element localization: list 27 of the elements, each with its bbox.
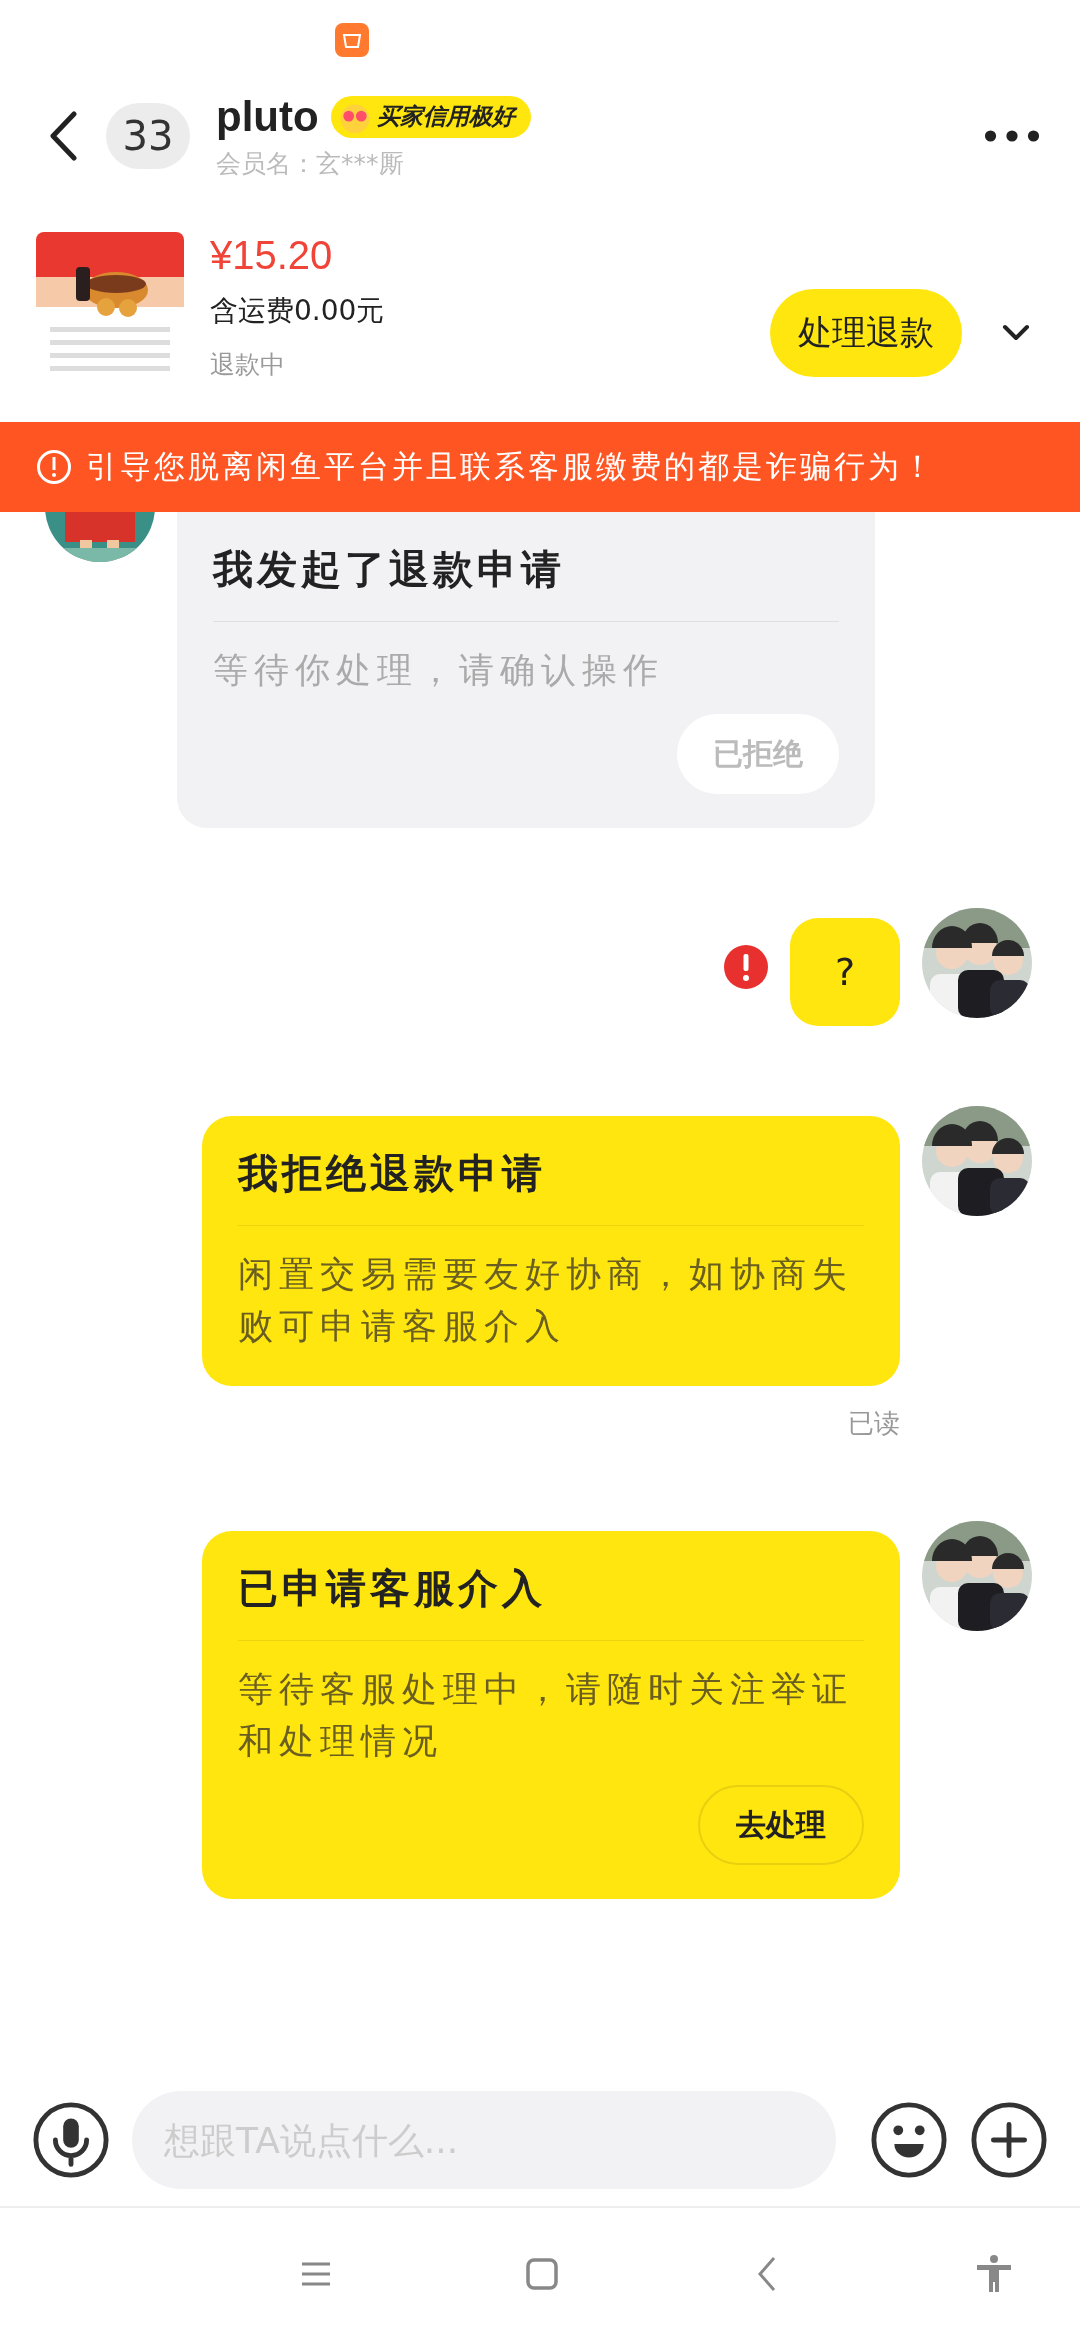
card-title: 已申请客服介入 (238, 1564, 547, 1613)
alert-icon (36, 449, 72, 485)
card-title: 我发起了退款申请 (213, 545, 566, 594)
message-bubble: ? (790, 918, 900, 1026)
user-name: pluto (216, 92, 319, 141)
unread-count: 33 (106, 103, 190, 169)
member-name: 会员名：玄***厮 (216, 147, 405, 180)
card-text: 闲置交易需要友好协商，如协商失败可申请客服介入 (238, 1253, 854, 1348)
accessibility-icon[interactable] (974, 2254, 1014, 2294)
warning-text: 引导您脱离闲鱼平台并且联系客服缴费的都是诈骗行为！ (86, 447, 936, 486)
plus-icon[interactable] (970, 2101, 1048, 2179)
card-text: 等待你处理，请确认操作 (213, 649, 665, 692)
card-action-button[interactable]: 去处理 (698, 1785, 864, 1865)
price: ¥15.20 (210, 233, 334, 278)
handle-refund-button[interactable]: 处理退款 (770, 289, 962, 377)
microphone-icon[interactable] (32, 2101, 110, 2179)
error-icon[interactable] (724, 945, 768, 989)
read-receipt: 已读 (848, 1407, 900, 1440)
card-text: 等待客服处理中，请随时关注举证和处理情况 (238, 1668, 854, 1763)
emoji-icon[interactable] (870, 2101, 948, 2179)
back-icon[interactable] (48, 111, 78, 161)
shipping-fee: 含运费0.00元 (210, 293, 386, 329)
more-icon[interactable] (984, 129, 1040, 143)
card-title: 我拒绝退款申请 (238, 1149, 547, 1198)
app-notification-icon (335, 23, 369, 57)
order-status: 退款中 (210, 349, 286, 381)
chevron-down-icon[interactable] (1002, 324, 1030, 342)
